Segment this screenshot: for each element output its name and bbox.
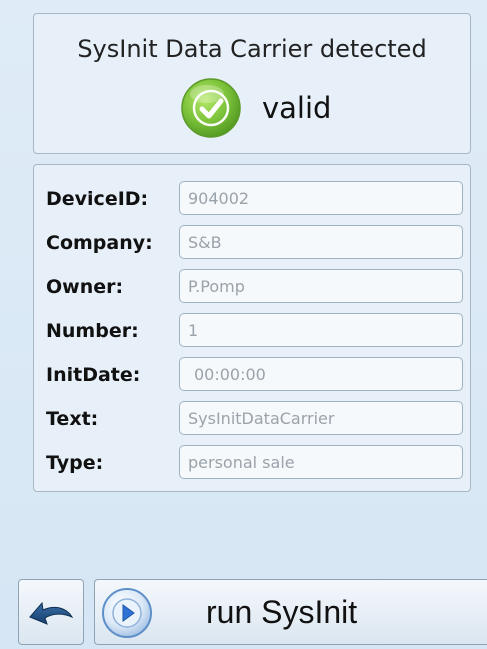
company-label: Company: — [46, 232, 153, 254]
sysinit-screen: SysInit Data Carrier detected valid Devi… — [0, 0, 487, 649]
field-row-deviceid: DeviceID: — [44, 181, 464, 215]
back-button[interactable] — [18, 579, 84, 645]
owner-field[interactable] — [179, 269, 463, 303]
play-icon — [102, 588, 152, 638]
text-label: Text: — [46, 408, 99, 430]
back-arrow-icon — [29, 601, 74, 625]
deviceid-label: DeviceID: — [46, 188, 149, 210]
field-row-number: Number: — [44, 313, 464, 347]
number-label: Number: — [46, 320, 139, 342]
field-row-owner: Owner: — [44, 269, 464, 303]
field-row-initdate: InitDate: — [44, 357, 464, 391]
text-field[interactable] — [179, 401, 463, 435]
detection-title: SysInit Data Carrier detected — [77, 35, 427, 63]
owner-label: Owner: — [46, 276, 124, 298]
detection-panel: SysInit Data Carrier detected valid — [33, 13, 471, 154]
carrier-data-panel: DeviceID: Company: Owner: Number: InitDa… — [33, 164, 471, 492]
status-text: valid — [262, 90, 332, 125]
status-row: valid — [180, 78, 331, 138]
company-field[interactable] — [179, 225, 463, 259]
field-row-company: Company: — [44, 225, 464, 259]
number-field[interactable] — [179, 313, 463, 347]
initdate-label: InitDate: — [46, 364, 141, 386]
check-icon — [181, 78, 241, 138]
initdate-field[interactable] — [179, 357, 463, 391]
field-row-type: Type: — [44, 445, 464, 479]
field-row-text: Text: — [44, 401, 464, 435]
type-label: Type: — [46, 452, 104, 474]
run-sysinit-button[interactable]: run SysInit — [94, 579, 487, 645]
type-field[interactable] — [179, 445, 463, 479]
deviceid-field[interactable] — [179, 181, 463, 215]
run-sysinit-label: run SysInit — [206, 594, 358, 630]
